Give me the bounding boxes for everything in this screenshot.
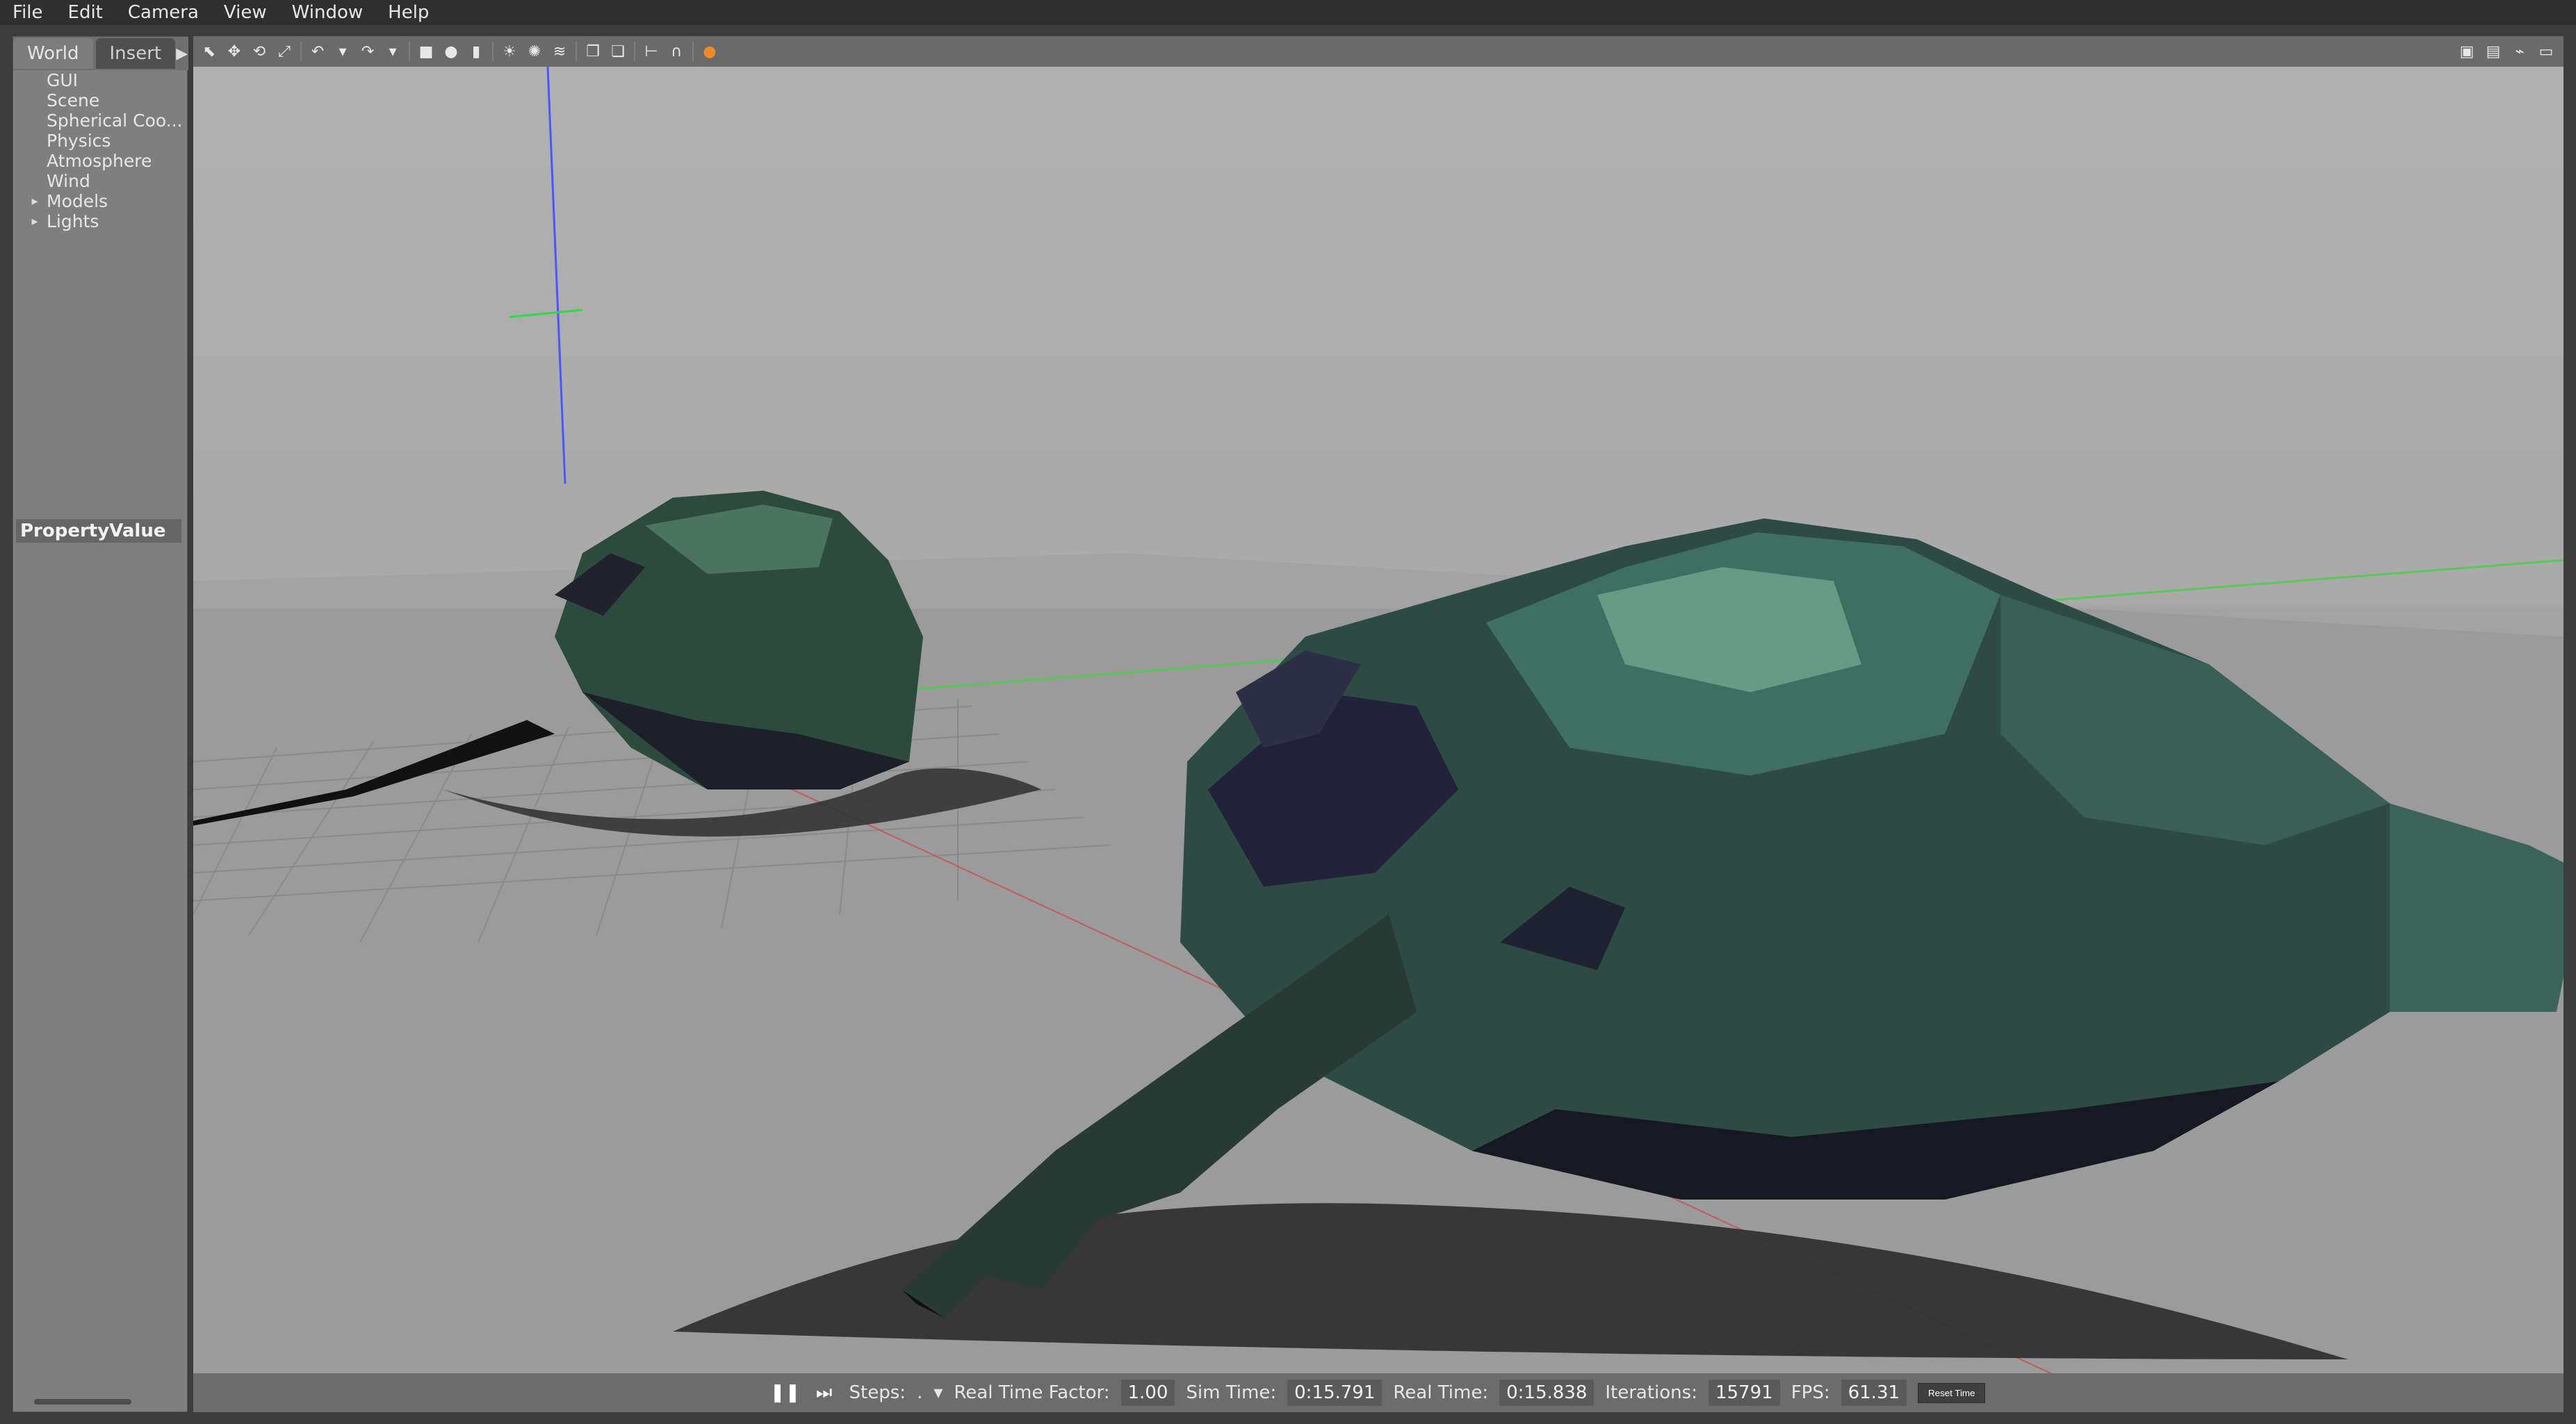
copy-icon[interactable]: ❐ (584, 42, 602, 60)
expand-arrow-icon[interactable]: ▸ (28, 191, 41, 211)
menu-view[interactable]: View (211, 0, 279, 25)
tree-item-label: Models (47, 191, 108, 211)
toolbar-separator (576, 42, 577, 61)
tree-item-label: Atmosphere (47, 151, 152, 171)
tab-world[interactable]: World (13, 38, 93, 69)
sun-light-icon[interactable]: ☀ (500, 42, 519, 60)
world-tree: GUI Scene Spherical Coo... Physics Atmos… (13, 70, 188, 543)
toolbar: ⬉ ✥ ⟲ ⤢ ↶ ▾ ↷ ▾ ■ ● ▮ ☀ ✺ ≋ ❐ ❏ ⊢ ∩ ● ▣ … (193, 36, 2563, 67)
real-time-factor-label: Real Time Factor: (954, 1382, 1110, 1403)
reset-time-button[interactable]: Reset Time (1918, 1382, 1986, 1403)
viewport-container: ⬉ ✥ ⟲ ⤢ ↶ ▾ ↷ ▾ ■ ● ▮ ☀ ✺ ≋ ❐ ❏ ⊢ ∩ ● ▣ … (193, 36, 2563, 1412)
sphere-shape-icon[interactable]: ● (442, 42, 460, 60)
menu-file[interactable]: File (0, 0, 56, 25)
steps-value[interactable]: . (917, 1382, 922, 1403)
scene-rendering (193, 67, 2563, 1408)
step-icon[interactable]: ⏭ (810, 1379, 838, 1407)
select-icon[interactable]: ⬉ (200, 42, 218, 60)
undo-icon[interactable]: ↶ (309, 42, 327, 60)
tree-item-label: GUI (47, 70, 79, 90)
screenshot-icon[interactable]: ▣ (2458, 42, 2476, 60)
scale-icon[interactable]: ⤢ (275, 42, 293, 60)
tree-item-spherical-coordinates[interactable]: Spherical Coo... (13, 111, 188, 131)
green-cursor-mark (509, 309, 583, 318)
expand-arrow-icon[interactable]: ▸ (28, 211, 41, 231)
toolbar-right: ▣ ▤ ⌁ ▭ (2458, 42, 2563, 60)
real-time-factor-value: 1.00 (1120, 1380, 1175, 1406)
toolbar-separator (300, 42, 302, 61)
iterations-label: Iterations: (1605, 1382, 1697, 1403)
left-panel-scrollbar[interactable] (34, 1399, 131, 1405)
align-icon[interactable]: ⊢ (642, 42, 660, 60)
cylinder-shape-icon[interactable]: ▮ (467, 42, 485, 60)
tree-item-label: Lights (47, 211, 99, 231)
tree-item-label: Scene (47, 90, 100, 111)
rotate-icon[interactable]: ⟲ (250, 42, 268, 60)
undo-arrow-icon[interactable]: ▾ (334, 42, 352, 60)
left-panel-tabs: World Insert ▶ (13, 37, 188, 70)
menu-edit[interactable]: Edit (56, 0, 115, 25)
tree-item-models[interactable]: ▸ Models (13, 191, 188, 211)
log-icon[interactable]: ▤ (2484, 42, 2502, 60)
tab-scroll-right-icon[interactable]: ▶ (175, 38, 188, 69)
tree-item-atmosphere[interactable]: Atmosphere (13, 151, 188, 171)
status-bar: ❚❚ ⏭ Steps: . ▾ Real Time Factor: 1.00 S… (193, 1373, 2563, 1412)
record-icon[interactable]: ● (701, 42, 719, 60)
menu-window[interactable]: Window (279, 0, 376, 25)
tree-item-physics[interactable]: Physics (13, 131, 188, 151)
fps-label: FPS: (1791, 1382, 1830, 1403)
spot-light-icon[interactable]: ≋ (551, 42, 569, 60)
point-light-icon[interactable]: ✺ (525, 42, 544, 60)
steps-label: Steps: (849, 1382, 906, 1403)
snap-icon[interactable]: ∩ (667, 42, 685, 60)
property-header: PropertyValue (16, 519, 181, 543)
pause-icon[interactable]: ❚❚ (770, 1379, 801, 1407)
real-time-value: 0:15.838 (1499, 1380, 1595, 1406)
sim-time-value: 0:15.791 (1287, 1380, 1383, 1406)
toolbar-separator (409, 42, 410, 61)
toolbar-separator (634, 42, 635, 61)
left-panel: World Insert ▶ GUI Scene Spherical Coo..… (13, 36, 188, 1412)
menu-camera[interactable]: Camera (115, 0, 211, 25)
tree-item-wind[interactable]: Wind (13, 171, 188, 191)
steps-dropdown-icon[interactable]: ▾ (934, 1382, 943, 1403)
3d-viewport[interactable] (193, 67, 2563, 1408)
toolbar-separator (492, 42, 494, 61)
tree-item-lights[interactable]: ▸ Lights (13, 211, 188, 231)
iterations-value: 15791 (1708, 1380, 1780, 1406)
paste-icon[interactable]: ❏ (609, 42, 627, 60)
sim-time-label: Sim Time: (1186, 1382, 1277, 1403)
redo-arrow-icon[interactable]: ▾ (384, 42, 402, 60)
real-time-label: Real Time: (1393, 1382, 1489, 1403)
move-icon[interactable]: ✥ (225, 42, 243, 60)
tree-item-label: Wind (47, 171, 90, 191)
box-shape-icon[interactable]: ■ (417, 42, 435, 60)
tree-item-label: Physics (47, 131, 111, 151)
tree-item-label: Spherical Coo... (47, 111, 183, 131)
menu-help[interactable]: Help (375, 0, 441, 25)
plot-icon[interactable]: ⌁ (2511, 42, 2529, 60)
toolbar-separator (692, 42, 694, 61)
redo-icon[interactable]: ↷ (359, 42, 377, 60)
menu-bar: File Edit Camera View Window Help (0, 0, 2576, 25)
fps-value: 61.31 (1841, 1380, 1907, 1406)
tab-insert[interactable]: Insert (95, 38, 176, 69)
z-axis-line (546, 67, 566, 484)
tree-item-gui[interactable]: GUI (13, 70, 188, 90)
tree-item-scene[interactable]: Scene (13, 90, 188, 111)
video-icon[interactable]: ▭ (2537, 42, 2555, 60)
